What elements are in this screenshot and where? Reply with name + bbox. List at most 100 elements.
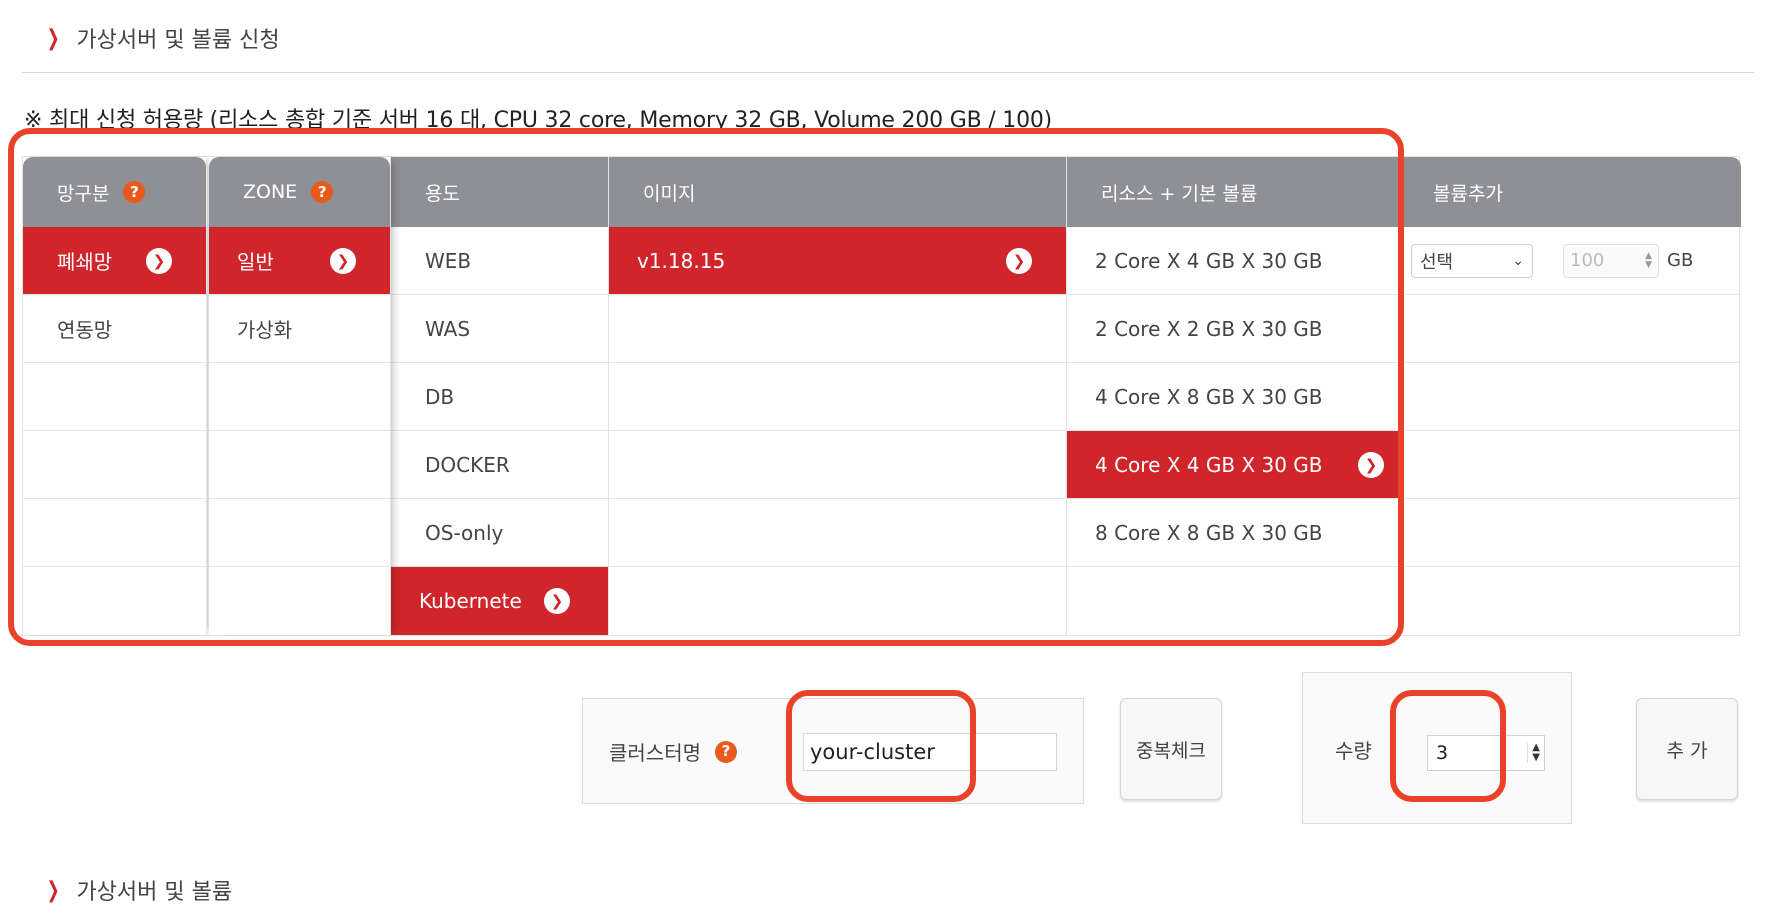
empty-row bbox=[23, 431, 206, 499]
section-title: 가상서버 및 볼륨 신청 bbox=[76, 28, 280, 53]
volume-column: 볼륨추가 선택 ⌄ 100 ▲ ▼ GB bbox=[1399, 157, 1741, 635]
header-label: 볼륨추가 bbox=[1433, 182, 1503, 205]
option-label: WEB bbox=[425, 248, 472, 273]
purpose-column: 용도 WEB WAS DB DOCKER OS-only Kubernete ❯ bbox=[391, 157, 609, 635]
image-option-v1-18-15[interactable]: v1.18.15 ❯ bbox=[609, 227, 1066, 295]
help-icon[interactable]: ? bbox=[715, 740, 737, 763]
option-label: DOCKER bbox=[425, 452, 510, 477]
resource-option-selected[interactable]: 4 Core X 4 GB X 30 GB ❯ bbox=[1067, 431, 1398, 499]
header-label: 망구분 bbox=[57, 182, 110, 205]
arrow-right-icon: ❯ bbox=[1358, 451, 1384, 478]
arrow-right-icon: ❯ bbox=[1006, 247, 1032, 274]
empty-row bbox=[1399, 363, 1741, 431]
volume-controls: 선택 ⌄ 100 ▲ ▼ GB bbox=[1399, 243, 1694, 278]
option-label: 폐쇄망 bbox=[57, 250, 113, 274]
size-placeholder: 100 bbox=[1570, 250, 1605, 271]
section-title: 가상서버 및 볼륨 bbox=[76, 880, 233, 905]
network-option-closed[interactable]: 폐쇄망 ❯ bbox=[23, 227, 206, 295]
empty-row bbox=[209, 499, 390, 567]
help-icon[interactable]: ? bbox=[311, 181, 334, 203]
arrow-right-icon: ❯ bbox=[146, 247, 172, 274]
zone-column: ZONE ? 일반 ❯ 가상화 bbox=[209, 157, 391, 635]
resource-column-header: 리소스 + 기본 볼륨 bbox=[1067, 157, 1398, 227]
header-label: 리소스 + 기본 볼륨 bbox=[1101, 182, 1258, 205]
empty-row bbox=[1067, 567, 1398, 635]
cluster-name-label: 클러스터명 bbox=[609, 741, 701, 765]
quantity-panel: 수량 3 ▲ ▼ bbox=[1302, 672, 1572, 824]
empty-row bbox=[23, 567, 206, 635]
purpose-option-kubernetes[interactable]: Kubernete ❯ bbox=[391, 567, 608, 635]
option-label: 8 Core X 8 GB X 30 GB bbox=[1095, 520, 1323, 545]
purpose-option-docker[interactable]: DOCKER bbox=[391, 431, 608, 499]
add-button[interactable]: 추 가 bbox=[1636, 698, 1738, 800]
help-icon[interactable]: ? bbox=[123, 181, 146, 203]
volume-column-header: 볼륨추가 bbox=[1399, 157, 1741, 227]
arrow-right-icon: ❯ bbox=[330, 247, 356, 274]
zone-option-virtualization[interactable]: 가상화 bbox=[209, 295, 390, 363]
option-label: 4 Core X 4 GB X 30 GB bbox=[1095, 452, 1323, 477]
volume-size-input[interactable]: 100 ▲ ▼ bbox=[1563, 243, 1659, 278]
duplicate-check-button[interactable]: 중복체크 bbox=[1120, 698, 1222, 800]
resource-option[interactable]: 2 Core X 2 GB X 30 GB bbox=[1067, 295, 1398, 363]
select-value: 선택 bbox=[1420, 251, 1454, 273]
quantity-label: 수량 bbox=[1335, 739, 1372, 763]
empty-row bbox=[609, 431, 1066, 499]
image-column: 이미지 v1.18.15 ❯ bbox=[609, 157, 1067, 635]
empty-row bbox=[23, 499, 206, 567]
empty-row bbox=[609, 499, 1066, 567]
chevron-right-icon: ❯ bbox=[46, 25, 60, 51]
purpose-option-was[interactable]: WAS bbox=[391, 295, 608, 363]
cluster-name-input[interactable] bbox=[803, 733, 1057, 771]
section-header-list[interactable]: ❯ 가상서버 및 볼륨 bbox=[44, 874, 232, 906]
empty-row bbox=[609, 363, 1066, 431]
header-label: 이미지 bbox=[643, 182, 696, 205]
option-label: 2 Core X 4 GB X 30 GB bbox=[1095, 248, 1323, 273]
header-label: 용도 bbox=[425, 182, 460, 205]
option-label: 일반 bbox=[237, 250, 274, 274]
quantity-stepper[interactable]: 3 ▲ ▼ bbox=[1427, 735, 1545, 771]
chevron-down-icon: ⌄ bbox=[1512, 252, 1524, 269]
arrow-right-icon: ❯ bbox=[544, 588, 570, 614]
empty-row bbox=[1399, 499, 1741, 567]
empty-row bbox=[209, 567, 390, 635]
volume-add-row: 선택 ⌄ 100 ▲ ▼ GB bbox=[1399, 227, 1741, 295]
option-label: 연동망 bbox=[57, 318, 113, 342]
server-selection-grid: 망구분 ? 폐쇄망 ❯ 연동망 ZONE ? 일반 ❯ 가상화 용도 WEB W… bbox=[22, 156, 1741, 636]
option-label: 4 Core X 8 GB X 30 GB bbox=[1095, 384, 1323, 409]
option-label: 2 Core X 2 GB X 30 GB bbox=[1095, 316, 1323, 341]
divider bbox=[22, 72, 1754, 73]
volume-unit: GB bbox=[1667, 250, 1694, 271]
purpose-column-header: 용도 bbox=[391, 157, 608, 227]
zone-option-general[interactable]: 일반 ❯ bbox=[209, 227, 390, 295]
image-column-header: 이미지 bbox=[609, 157, 1066, 227]
option-label: Kubernete bbox=[419, 589, 522, 613]
cluster-name-label-group: 클러스터명 ? bbox=[609, 737, 737, 766]
cluster-name-panel: 클러스터명 ? bbox=[582, 698, 1084, 804]
network-column-header: 망구분 ? bbox=[23, 157, 206, 227]
resource-option[interactable]: 8 Core X 8 GB X 30 GB bbox=[1067, 499, 1398, 567]
empty-row bbox=[1399, 431, 1741, 499]
purpose-option-web[interactable]: WEB bbox=[391, 227, 608, 295]
empty-row bbox=[23, 363, 206, 431]
option-label: WAS bbox=[425, 316, 471, 341]
option-label: OS-only bbox=[425, 520, 504, 545]
empty-row bbox=[1399, 295, 1741, 363]
empty-row bbox=[609, 295, 1066, 363]
zone-column-header: ZONE ? bbox=[209, 157, 390, 227]
empty-row bbox=[209, 431, 390, 499]
header-label: ZONE bbox=[243, 181, 298, 203]
purpose-option-os-only[interactable]: OS-only bbox=[391, 499, 608, 567]
resource-column: 리소스 + 기본 볼륨 2 Core X 4 GB X 30 GB 2 Core… bbox=[1067, 157, 1399, 635]
volume-type-select[interactable]: 선택 ⌄ bbox=[1411, 243, 1533, 278]
stepper-icon[interactable]: ▲ ▼ bbox=[1527, 743, 1540, 763]
resource-option[interactable]: 4 Core X 8 GB X 30 GB bbox=[1067, 363, 1398, 431]
resource-option[interactable]: 2 Core X 4 GB X 30 GB bbox=[1067, 227, 1398, 295]
network-option-linked[interactable]: 연동망 bbox=[23, 295, 206, 363]
option-label: DB bbox=[425, 384, 455, 409]
section-header-apply[interactable]: ❯ 가상서버 및 볼륨 신청 bbox=[44, 22, 280, 54]
stepper-icon[interactable]: ▲ ▼ bbox=[1645, 251, 1652, 270]
purpose-option-db[interactable]: DB bbox=[391, 363, 608, 431]
empty-row bbox=[209, 363, 390, 431]
option-label: 가상화 bbox=[237, 318, 293, 342]
network-column: 망구분 ? 폐쇄망 ❯ 연동망 bbox=[23, 157, 207, 635]
